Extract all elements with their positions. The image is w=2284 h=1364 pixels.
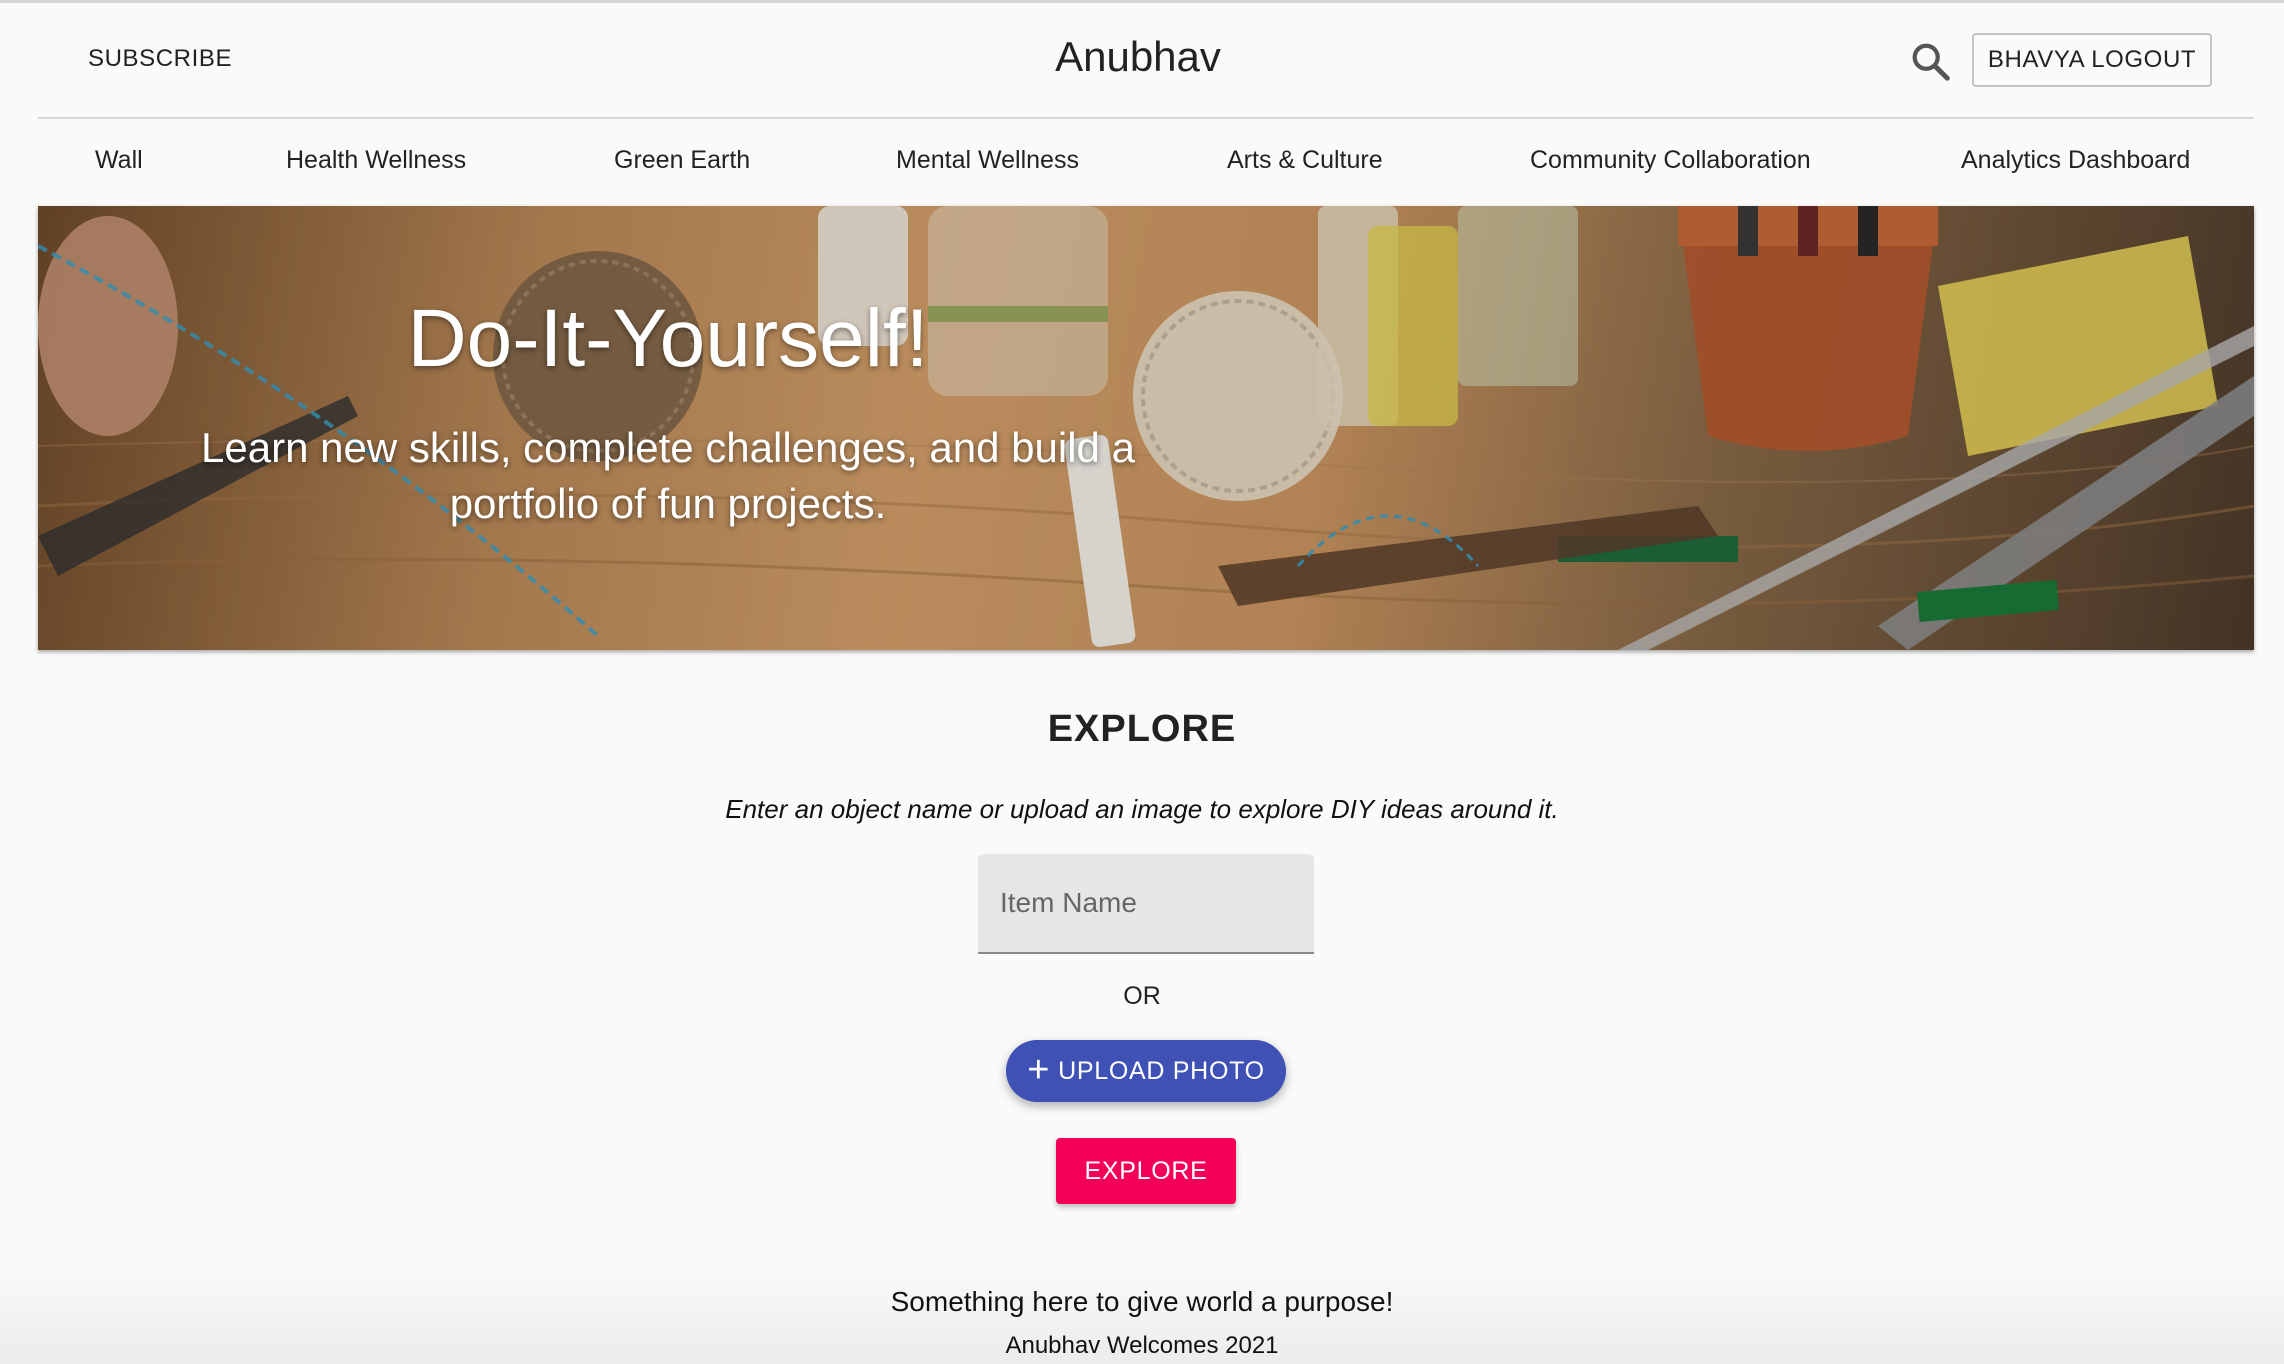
or-label: OR xyxy=(1123,982,1161,1010)
logout-button[interactable]: BHAVYA LOGOUT xyxy=(1972,33,2212,87)
app-header: SUBSCRIBE Anubhav BHAVYA LOGOUT xyxy=(38,3,2254,119)
upload-photo-label: UPLOAD PHOTO xyxy=(1058,1056,1265,1085)
main-nav: Wall Health Wellness Green Earth Mental … xyxy=(38,120,2254,206)
nav-item-health-wellness[interactable]: Health Wellness xyxy=(286,146,466,175)
hero-subtitle: Learn new skills, complete challenges, a… xyxy=(148,420,1188,532)
nav-item-mental-wellness[interactable]: Mental Wellness xyxy=(896,146,1079,175)
hero-subtitle-line-1: Learn new skills, complete challenges, a… xyxy=(201,424,1135,471)
hero-title: Do-It-Yourself! xyxy=(407,293,929,384)
nav-item-arts-culture[interactable]: Arts & Culture xyxy=(1227,146,1383,175)
nav-item-wall[interactable]: Wall xyxy=(95,146,143,175)
plus-icon: + xyxy=(1027,1048,1051,1091)
nav-item-community-collaboration[interactable]: Community Collaboration xyxy=(1530,146,1811,175)
nav-item-analytics-dashboard[interactable]: Analytics Dashboard xyxy=(1961,146,2190,175)
hero-subtitle-line-2: portfolio of fun projects. xyxy=(449,480,887,527)
item-name-field[interactable] xyxy=(978,854,1314,954)
explore-heading: EXPLORE xyxy=(1047,708,1237,750)
explore-button[interactable]: EXPLORE xyxy=(1056,1138,1236,1204)
hero-banner: Do-It-Yourself! Learn new skills, comple… xyxy=(38,206,2254,650)
item-name-input[interactable] xyxy=(978,854,1314,952)
page-footer: Something here to give world a purpose! … xyxy=(0,1260,2284,1364)
upload-photo-button[interactable]: + UPLOAD PHOTO xyxy=(1006,1040,1286,1102)
search-icon xyxy=(1912,43,1950,81)
explore-description: Enter an object name or upload an image … xyxy=(725,794,1559,824)
nav-item-green-earth[interactable]: Green Earth xyxy=(614,146,750,175)
footer-copyright: Anubhav Welcomes 2021 xyxy=(1005,1332,1279,1359)
footer-tagline: Something here to give world a purpose! xyxy=(890,1286,1394,1317)
search-button[interactable] xyxy=(1908,39,1954,85)
